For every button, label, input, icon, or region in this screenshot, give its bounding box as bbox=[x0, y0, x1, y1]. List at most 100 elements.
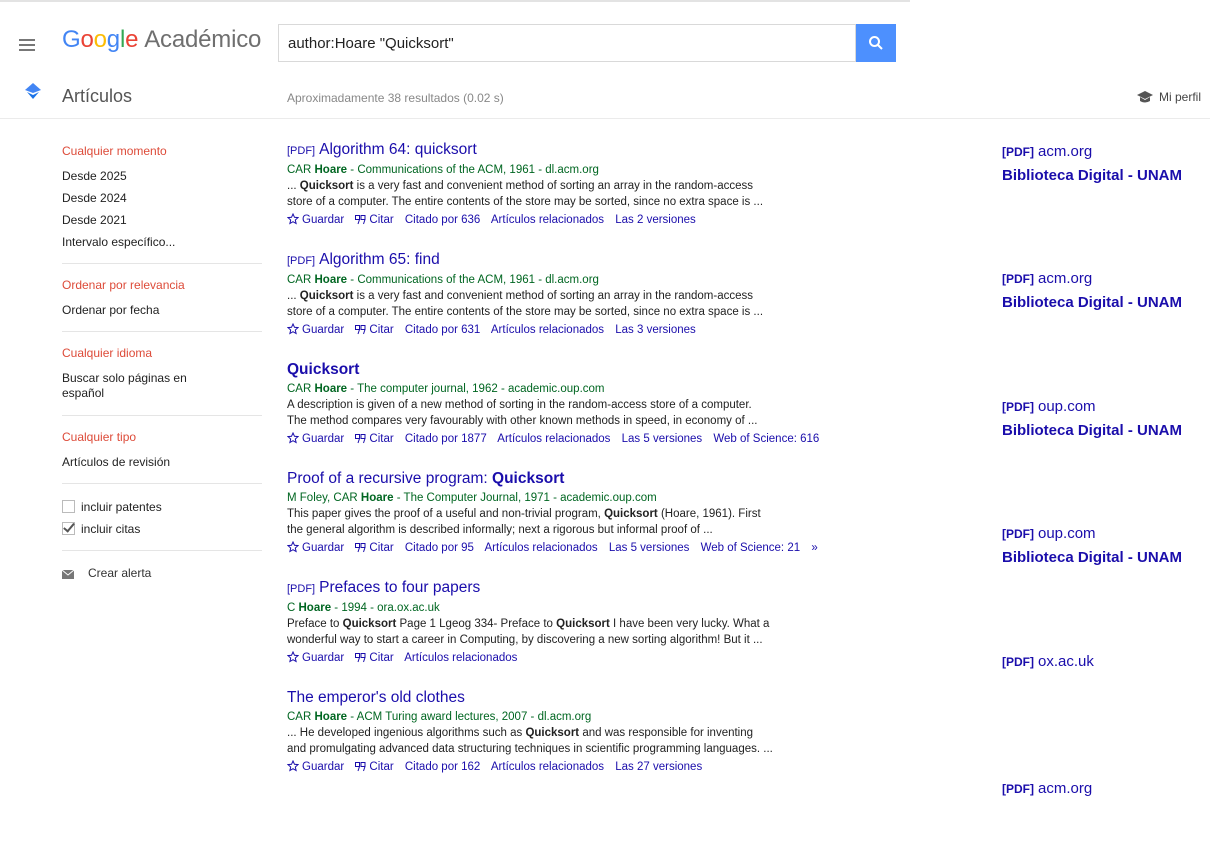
result-title-link[interactable]: Quicksort bbox=[287, 359, 967, 381]
result-title-link[interactable]: [PDF] Algorithm 64: quicksort bbox=[287, 139, 967, 162]
pdf-source-link[interactable]: [PDF] acm.org bbox=[1002, 268, 1202, 290]
result-snippet: ... He developed ingenious algorithms su… bbox=[287, 727, 754, 739]
create-alert-label: Crear alerta bbox=[88, 566, 152, 580]
library-link[interactable]: Biblioteca Digital - UNAM bbox=[1002, 165, 1202, 187]
versions-link[interactable]: Las 5 versiones bbox=[609, 542, 690, 554]
create-alert-link[interactable]: Crear alerta bbox=[61, 563, 262, 583]
include-patents-checkbox[interactable]: incluir patentes bbox=[62, 496, 262, 518]
related-link[interactable]: Artículos relacionados bbox=[491, 761, 604, 773]
cited-by-link[interactable]: Citado por 636 bbox=[405, 214, 480, 226]
quote-icon bbox=[355, 325, 366, 335]
logo-letter: o bbox=[80, 26, 94, 53]
cite-link[interactable]: Citar bbox=[355, 761, 394, 773]
profile-link[interactable]: Mi perfil bbox=[1137, 90, 1201, 104]
result-meta: CAR Hoare - The computer journal, 1962 -… bbox=[287, 383, 605, 395]
result-snippet: A description is given of a new method o… bbox=[287, 399, 752, 411]
side-source-group: [PDF] ox.ac.uk bbox=[1002, 651, 1202, 673]
cite-link[interactable]: Citar bbox=[355, 433, 394, 445]
more-chevron-icon[interactable]: » bbox=[811, 542, 817, 554]
cited-by-link[interactable]: Citado por 95 bbox=[405, 542, 474, 554]
logo-suffix: Académico bbox=[144, 26, 262, 53]
result-item: Proof of a recursive program: Quicksort … bbox=[286, 468, 967, 558]
logo-letter: G bbox=[62, 26, 81, 53]
graduation-cap-icon bbox=[1137, 91, 1153, 103]
side-source-group: [PDF] oup.com Biblioteca Digital - UNAM bbox=[1002, 523, 1202, 569]
cite-link[interactable]: Citar bbox=[355, 652, 394, 664]
result-snippet: store of a computer. The entire contents… bbox=[287, 196, 764, 208]
result-meta: C Hoare - 1994 - ora.ox.ac.uk bbox=[287, 602, 440, 614]
result-title-link[interactable]: [PDF] Algorithm 65: find bbox=[287, 249, 967, 272]
time-filter: Cualquier momento Desde 2025 Desde 2024 … bbox=[62, 142, 262, 264]
pdf-source-link[interactable]: [PDF] acm.org bbox=[1002, 141, 1202, 163]
cite-link[interactable]: Citar bbox=[355, 214, 394, 226]
versions-link[interactable]: Las 3 versiones bbox=[615, 324, 696, 336]
cited-by-link[interactable]: Citado por 162 bbox=[405, 761, 480, 773]
library-link[interactable]: Biblioteca Digital - UNAM bbox=[1002, 292, 1202, 314]
result-actions: Guardar Citar Citado por 95 Artículos re… bbox=[286, 538, 967, 558]
result-meta: CAR Hoare - Communications of the ACM, 1… bbox=[287, 274, 599, 286]
logo[interactable]: Google Académico bbox=[62, 26, 261, 54]
envelope-icon bbox=[61, 569, 75, 579]
include-citations-checkbox[interactable]: incluir citas bbox=[62, 518, 262, 540]
related-link[interactable]: Artículos relacionados bbox=[491, 214, 604, 226]
side-source-group: [PDF] acm.org Biblioteca Digital - UNAM bbox=[1002, 268, 1202, 314]
type-review[interactable]: Artículos de revisión bbox=[62, 451, 262, 473]
library-link[interactable]: Biblioteca Digital - UNAM bbox=[1002, 420, 1202, 442]
language-spanish[interactable]: Buscar solo páginas en español bbox=[62, 367, 212, 405]
save-link[interactable]: Guardar bbox=[286, 212, 344, 226]
result-title-link[interactable]: [PDF] Prefaces to four papers bbox=[287, 577, 967, 600]
star-icon bbox=[286, 212, 300, 225]
search-icon bbox=[869, 36, 883, 50]
side-source-group: [PDF] acm.org Biblioteca Digital - UNAM bbox=[1002, 141, 1202, 187]
cited-by-link[interactable]: Citado por 631 bbox=[405, 324, 480, 336]
library-link[interactable]: Biblioteca Digital - UNAM bbox=[1002, 547, 1202, 569]
web-of-science-link[interactable]: Web of Science: 616 bbox=[713, 433, 819, 445]
pdf-source-link[interactable]: [PDF] oup.com bbox=[1002, 396, 1202, 418]
language-any[interactable]: Cualquier idioma bbox=[62, 344, 262, 362]
versions-link[interactable]: Las 27 versiones bbox=[615, 761, 702, 773]
time-filter-custom[interactable]: Intervalo específico... bbox=[62, 231, 262, 253]
result-actions: Guardar Citar Artículos relacionados bbox=[286, 648, 967, 668]
menu-icon[interactable] bbox=[19, 39, 35, 51]
related-link[interactable]: Artículos relacionados bbox=[491, 324, 604, 336]
pdf-source-link[interactable]: [PDF] oup.com bbox=[1002, 523, 1202, 545]
time-filter-2021[interactable]: Desde 2021 bbox=[62, 209, 262, 231]
cite-link[interactable]: Citar bbox=[355, 542, 394, 554]
versions-link[interactable]: Las 2 versiones bbox=[615, 214, 696, 226]
result-title-link[interactable]: Proof of a recursive program: Quicksort bbox=[287, 468, 967, 490]
cited-by-link[interactable]: Citado por 1877 bbox=[405, 433, 487, 445]
result-title-link[interactable]: The emperor's old clothes bbox=[287, 687, 967, 709]
sort-filter: Ordenar por relevancia Ordenar por fecha bbox=[62, 276, 262, 332]
search-button[interactable] bbox=[856, 24, 896, 62]
result-actions: Guardar Citar Citado por 1877 Artículos … bbox=[286, 429, 967, 449]
time-filter-any[interactable]: Cualquier momento bbox=[62, 142, 262, 160]
result-snippet: Preface to Quicksort Page 1 Lgeog 334- P… bbox=[287, 618, 770, 630]
type-any[interactable]: Cualquier tipo bbox=[62, 428, 262, 446]
search-input[interactable]: author:Hoare "Quicksort" bbox=[278, 24, 856, 62]
quote-icon bbox=[355, 762, 366, 772]
save-link[interactable]: Guardar bbox=[286, 322, 344, 336]
save-link[interactable]: Guardar bbox=[286, 431, 344, 445]
header: Google Académico author:Hoare "Quicksort" bbox=[0, 2, 1210, 64]
pdf-source-link[interactable]: [PDF] acm.org bbox=[1002, 778, 1202, 800]
cite-link[interactable]: Citar bbox=[355, 324, 394, 336]
sort-date[interactable]: Ordenar por fecha bbox=[62, 299, 262, 321]
versions-link[interactable]: Las 5 versiones bbox=[622, 433, 703, 445]
web-of-science-link[interactable]: Web of Science: 21 bbox=[701, 542, 801, 554]
related-link[interactable]: Artículos relacionados bbox=[484, 542, 597, 554]
related-link[interactable]: Artículos relacionados bbox=[497, 433, 610, 445]
checkbox-icon bbox=[62, 500, 75, 513]
time-filter-2025[interactable]: Desde 2025 bbox=[62, 165, 262, 187]
time-filter-2024[interactable]: Desde 2024 bbox=[62, 187, 262, 209]
result-snippet: ... Quicksort is a very fast and conveni… bbox=[287, 290, 753, 302]
save-link[interactable]: Guardar bbox=[286, 650, 344, 664]
result-actions: Guardar Citar Citado por 631 Artículos r… bbox=[286, 320, 967, 340]
sort-relevance[interactable]: Ordenar por relevancia bbox=[62, 276, 262, 294]
star-icon bbox=[286, 431, 300, 444]
quote-icon bbox=[355, 215, 366, 225]
result-item: [PDF] Algorithm 64: quicksort CAR Hoare -… bbox=[286, 139, 967, 230]
save-link[interactable]: Guardar bbox=[286, 759, 344, 773]
save-link[interactable]: Guardar bbox=[286, 540, 344, 554]
pdf-source-link[interactable]: [PDF] ox.ac.uk bbox=[1002, 651, 1202, 673]
related-link[interactable]: Artículos relacionados bbox=[404, 652, 517, 664]
